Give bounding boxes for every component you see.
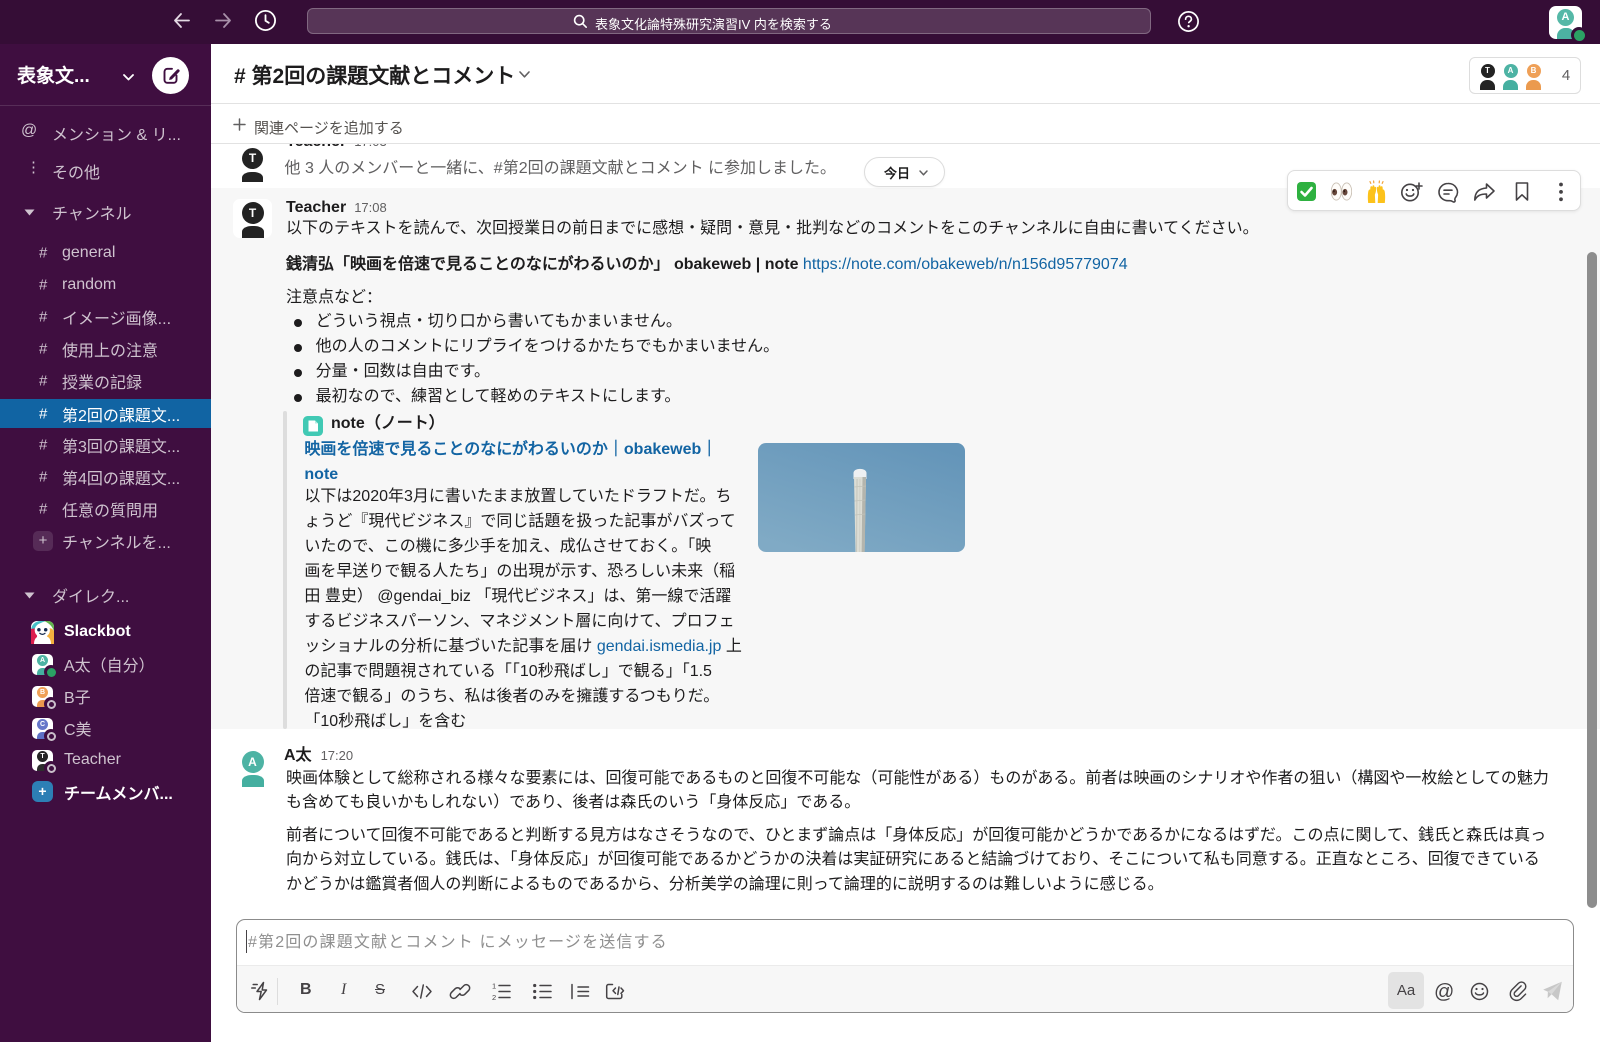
svg-text:2: 2 (492, 993, 496, 1002)
svg-text:1: 1 (492, 982, 496, 991)
